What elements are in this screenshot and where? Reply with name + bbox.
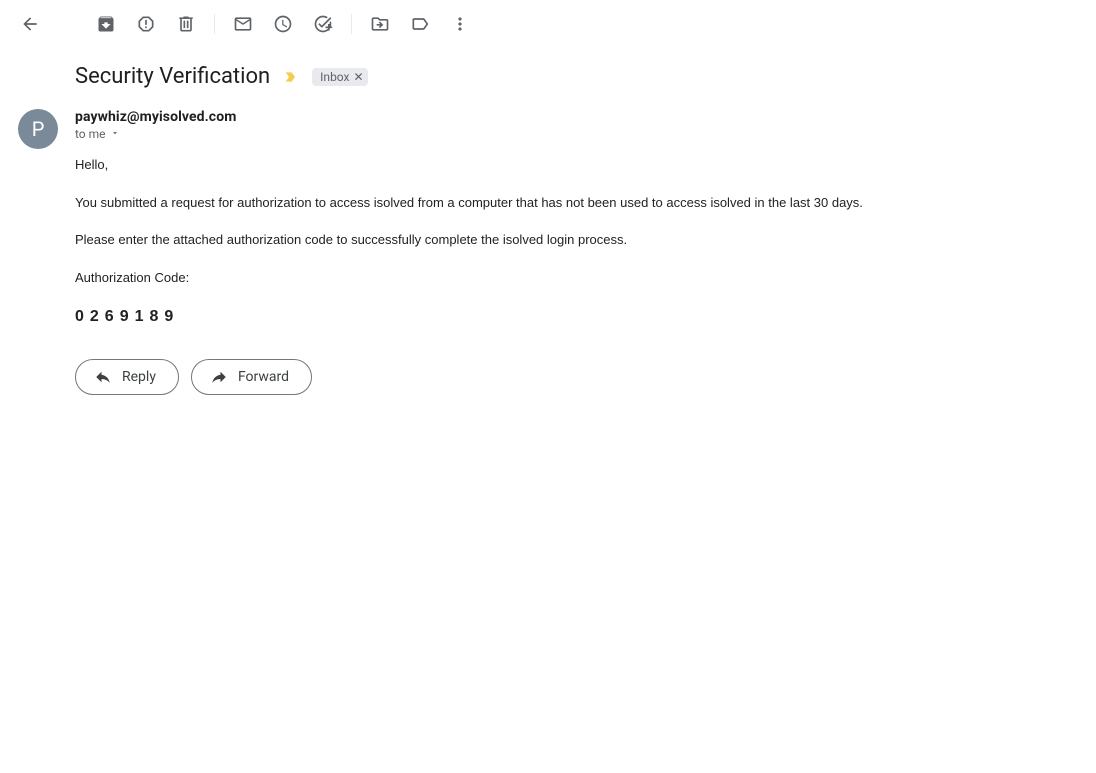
sender-email[interactable]: paywhiz@myisolved.com: [75, 109, 1000, 125]
email-subject: Security Verification: [75, 64, 270, 89]
reply-icon: [94, 368, 112, 386]
body-paragraph: You submitted a request for authorizatio…: [75, 193, 1000, 213]
mark-unread-button[interactable]: [223, 4, 263, 44]
recipients-dropdown[interactable]: to me: [75, 127, 1000, 141]
forward-label: Forward: [238, 369, 289, 385]
add-task-icon: [313, 14, 333, 34]
mail-icon: [233, 14, 253, 34]
body-paragraph: Please enter the attached authorization …: [75, 230, 1000, 250]
authorization-code: 0269189: [75, 305, 1000, 329]
more-button[interactable]: [440, 4, 480, 44]
report-spam-button[interactable]: [126, 4, 166, 44]
important-marker[interactable]: [282, 69, 300, 85]
label-name: Inbox: [320, 70, 349, 84]
arrow-left-icon: [20, 14, 40, 34]
archive-button[interactable]: [86, 4, 126, 44]
important-icon: [282, 69, 300, 85]
move-to-button[interactable]: [360, 4, 400, 44]
recipients-text: to me: [75, 127, 106, 141]
report-spam-icon: [136, 14, 156, 34]
reply-button[interactable]: Reply: [75, 359, 179, 395]
email-toolbar: [0, 0, 1096, 48]
label-icon: [410, 14, 430, 34]
more-vertical-icon: [450, 14, 470, 34]
body-code-label: Authorization Code:: [75, 268, 1000, 288]
snooze-button[interactable]: [263, 4, 303, 44]
forward-icon: [210, 368, 228, 386]
remove-label-icon[interactable]: ✕: [353, 71, 363, 83]
toolbar-separator: [214, 14, 215, 34]
body-greeting: Hello,: [75, 155, 1000, 175]
reply-label: Reply: [122, 369, 156, 385]
back-button[interactable]: [10, 4, 50, 44]
caret-down-icon: [110, 127, 120, 141]
message: P paywhiz@myisolved.com to me Hello, You…: [75, 109, 1000, 395]
labels-button[interactable]: [400, 4, 440, 44]
email-body: Hello, You submitted a request for autho…: [75, 155, 1000, 329]
delete-button[interactable]: [166, 4, 206, 44]
sender-avatar[interactable]: P: [18, 109, 58, 149]
add-to-tasks-button[interactable]: [303, 4, 343, 44]
toolbar-separator: [351, 14, 352, 34]
message-actions: Reply Forward: [75, 359, 1000, 395]
trash-icon: [176, 14, 196, 34]
clock-icon: [273, 14, 293, 34]
forward-button[interactable]: Forward: [191, 359, 312, 395]
move-folder-icon: [370, 14, 390, 34]
label-chip[interactable]: Inbox ✕: [312, 68, 367, 86]
archive-icon: [96, 14, 116, 34]
subject-line: Security Verification Inbox ✕: [75, 64, 1000, 89]
